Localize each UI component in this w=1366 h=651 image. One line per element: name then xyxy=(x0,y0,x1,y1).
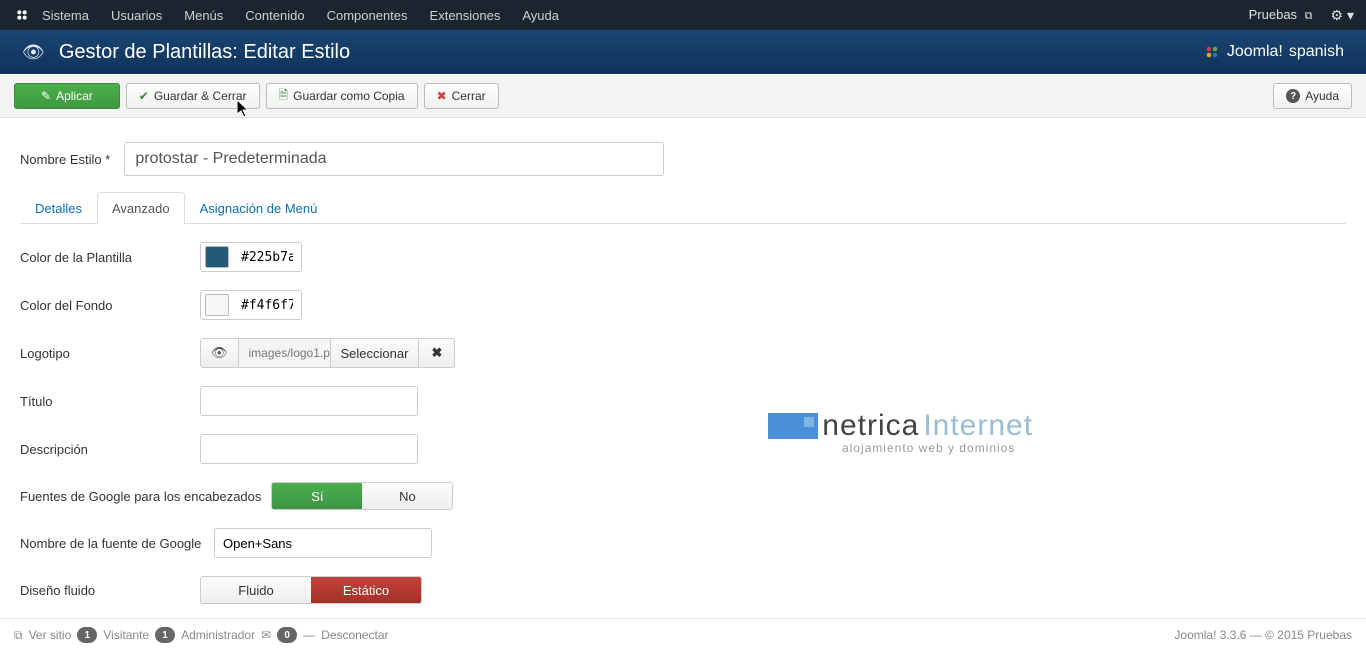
brand-product: Joomla! xyxy=(1227,43,1283,61)
logo-clear-button[interactable]: ✖ xyxy=(419,338,455,368)
mail-icon: ✉ xyxy=(261,628,271,642)
save-close-button[interactable]: ✔Guardar & Cerrar xyxy=(126,83,260,109)
template-color-swatch xyxy=(205,246,229,268)
close-button[interactable]: ✖Cerrar xyxy=(424,83,499,109)
toolbar: ✎Aplicar ✔Guardar & Cerrar 🗎Guardar como… xyxy=(0,74,1366,118)
gfonts-yes[interactable]: Sí xyxy=(272,483,362,509)
gfont-name-input[interactable] xyxy=(214,528,432,558)
external-icon: ⧉ xyxy=(1305,10,1313,22)
gfonts-no[interactable]: No xyxy=(362,483,452,509)
site-link[interactable]: Pruebas ⧉ xyxy=(1249,7,1313,23)
description-label: Descripción xyxy=(20,442,200,457)
watermark-square-icon xyxy=(768,413,818,439)
fluid-option-static[interactable]: Estático xyxy=(311,577,421,603)
gfonts-label: Fuentes de Google para los encabezados xyxy=(20,489,261,504)
apply-button[interactable]: ✎Aplicar xyxy=(14,83,120,109)
fluid-label: Diseño fluido xyxy=(20,583,200,598)
logo-label: Logotipo xyxy=(20,346,200,361)
logout-link[interactable]: Desconectar xyxy=(321,628,388,642)
logo-path: images/logo1.pn xyxy=(239,338,331,368)
menu-menus[interactable]: Menús xyxy=(184,8,223,23)
menu-componentes[interactable]: Componentes xyxy=(327,8,408,23)
bg-color-picker[interactable] xyxy=(200,290,302,320)
dash-icon: — xyxy=(303,628,315,642)
visitor-count-badge: 1 xyxy=(77,627,97,643)
brand-logo: Joomla! spanish xyxy=(1203,43,1344,61)
menu-usuarios[interactable]: Usuarios xyxy=(111,8,162,23)
bg-color-input[interactable] xyxy=(233,291,301,319)
help-icon: ? xyxy=(1286,89,1300,103)
template-color-label: Color de la Plantilla xyxy=(20,250,200,265)
msg-count-badge: 0 xyxy=(277,627,297,643)
gfonts-toggle[interactable]: Sí No xyxy=(271,482,453,510)
fluid-option-fluid[interactable]: Fluido xyxy=(201,577,311,603)
watermark-logo: netricaInternet alojamiento web y domini… xyxy=(768,409,1033,455)
title-label: Título xyxy=(20,394,200,409)
joomla-icon xyxy=(12,5,32,25)
close-icon: ✖ xyxy=(437,89,447,103)
gfont-name-label: Nombre de la fuente de Google xyxy=(20,536,204,551)
template-color-input[interactable] xyxy=(233,243,301,271)
logo-select-button[interactable]: Seleccionar xyxy=(331,338,420,368)
check-icon: ✔ xyxy=(139,89,149,103)
copy-icon: 🗎 xyxy=(279,86,289,107)
form-panel: Color de la Plantilla Color del Fondo Lo… xyxy=(20,242,455,622)
tab-asignacion[interactable]: Asignación de Menú xyxy=(185,192,333,224)
status-external-icon: ⧉ xyxy=(14,628,23,643)
tab-detalles[interactable]: Detalles xyxy=(20,192,97,224)
page-header: 👁 Gestor de Plantillas: Editar Estilo Jo… xyxy=(0,30,1366,74)
view-site-link[interactable]: Ver sitio xyxy=(29,628,72,642)
menu-ayuda[interactable]: Ayuda xyxy=(522,8,559,23)
page-title: Gestor de Plantillas: Editar Estilo xyxy=(59,41,1203,64)
title-input[interactable] xyxy=(200,386,418,416)
brand-suffix: spanish xyxy=(1289,43,1344,61)
style-name-row: Nombre Estilo * xyxy=(20,142,1346,176)
admin-count-badge: 1 xyxy=(155,627,175,643)
logo-preview-icon[interactable]: 👁 xyxy=(200,338,239,368)
menu-contenido[interactable]: Contenido xyxy=(245,8,304,23)
bg-color-label: Color del Fondo xyxy=(20,298,200,313)
style-name-input[interactable] xyxy=(124,142,664,176)
status-bar: ⧉ Ver sitio 1 Visitante 1 Administrador … xyxy=(0,618,1366,651)
content: Nombre Estilo * Detalles Avanzado Asigna… xyxy=(0,118,1366,632)
style-name-label: Nombre Estilo * xyxy=(20,152,110,167)
save-copy-button[interactable]: 🗎Guardar como Copia xyxy=(266,83,418,109)
gear-icon[interactable]: ⚙ ▾ xyxy=(1331,7,1354,24)
fluid-toggle[interactable]: Fluido Estático xyxy=(200,576,422,604)
eye-icon: 👁 xyxy=(22,42,45,63)
tabs: Detalles Avanzado Asignación de Menú xyxy=(20,192,1346,224)
watermark-sub: alojamiento web y dominios xyxy=(824,441,1033,455)
tab-avanzado[interactable]: Avanzado xyxy=(97,192,185,224)
admin-label: Administrador xyxy=(181,628,255,642)
help-button[interactable]: ?Ayuda xyxy=(1273,83,1352,109)
template-color-picker[interactable] xyxy=(200,242,302,272)
description-input[interactable] xyxy=(200,434,418,464)
watermark-text2: Internet xyxy=(923,409,1033,443)
logo-media-select: 👁 images/logo1.pn Seleccionar ✖ xyxy=(200,338,455,368)
watermark-text1: netrica xyxy=(822,409,919,443)
top-menu: Sistema Usuarios Menús Contenido Compone… xyxy=(42,8,1249,23)
apply-icon: ✎ xyxy=(41,89,51,103)
menu-extensiones[interactable]: Extensiones xyxy=(430,8,501,23)
version-text: Joomla! 3.3.6 — © 2015 Pruebas xyxy=(1174,628,1352,642)
visitor-label: Visitante xyxy=(103,628,149,642)
menu-sistema[interactable]: Sistema xyxy=(42,8,89,23)
top-nav: Sistema Usuarios Menús Contenido Compone… xyxy=(0,0,1366,30)
bg-color-swatch xyxy=(205,294,229,316)
